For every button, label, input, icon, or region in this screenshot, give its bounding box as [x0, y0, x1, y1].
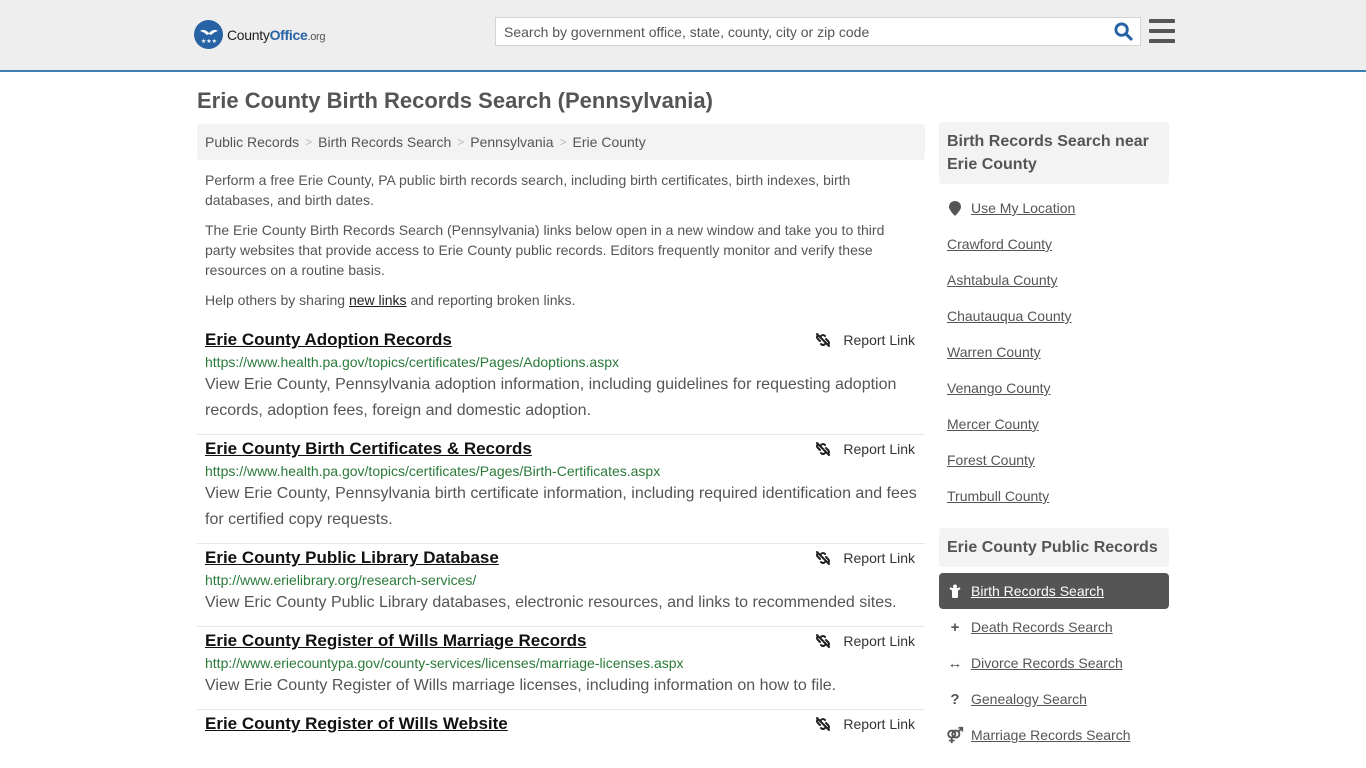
result-item: Erie County Adoption Records Report Link… — [197, 326, 925, 435]
result-title-link[interactable]: Erie County Public Library Database — [205, 548, 499, 568]
genealogy-link[interactable]: Genealogy Search — [971, 691, 1087, 707]
nearby-county-link[interactable]: Crawford County — [947, 236, 1052, 252]
search-icon — [1113, 22, 1133, 41]
broken-link-icon — [816, 634, 831, 648]
page-title: Erie County Birth Records Search (Pennsy… — [197, 88, 713, 113]
sidebar: Birth Records Search near Erie County Us… — [939, 122, 1169, 753]
menu-bar — [1149, 29, 1175, 33]
site-header: ★★★ CountyOffice.org — [0, 0, 1366, 72]
nearby-heading: Birth Records Search near Erie County — [939, 122, 1169, 184]
report-link-button[interactable]: Report Link — [815, 441, 915, 457]
result-url: https://www.health.pa.gov/topics/certifi… — [205, 463, 661, 479]
report-link-button[interactable]: Report Link — [815, 550, 915, 566]
search-input[interactable] — [496, 18, 1106, 45]
broken-link-icon — [816, 442, 831, 456]
report-link-button[interactable]: Report Link — [815, 332, 915, 348]
report-link-button[interactable]: Report Link — [815, 633, 915, 649]
result-description: View Erie County, Pennsylvania adoption … — [205, 376, 897, 419]
nearby-county-link[interactable]: Ashtabula County — [947, 272, 1058, 288]
broken-link-icon — [816, 333, 831, 347]
search-button[interactable] — [1106, 18, 1140, 45]
eagle-icon: ★★★ — [194, 20, 223, 49]
new-links-link[interactable]: new links — [349, 292, 407, 308]
result-title-link[interactable]: Erie County Register of Wills Website — [205, 714, 508, 734]
result-url: http://www.erielibrary.org/research-serv… — [205, 572, 477, 588]
nearby-county-link[interactable]: Mercer County — [947, 416, 1039, 432]
nearby-county-item: Venango County — [939, 370, 1169, 406]
breadcrumb-birth-records[interactable]: Birth Records Search — [318, 134, 451, 150]
sidebar-item-death-records[interactable]: + Death Records Search — [939, 609, 1169, 645]
result-url: https://www.health.pa.gov/topics/certifi… — [205, 354, 620, 370]
result-title-link[interactable]: Erie County Register of Wills Marriage R… — [205, 631, 587, 651]
sidebar-item-genealogy[interactable]: ? Genealogy Search — [939, 681, 1169, 717]
sidebar-item-marriage-records[interactable]: ⚤ Marriage Records Search — [939, 717, 1169, 753]
search-bar — [495, 17, 1141, 46]
use-my-location-link[interactable]: Use My Location — [971, 200, 1075, 216]
logo-text: CountyOffice.org — [227, 26, 326, 43]
death-records-link[interactable]: Death Records Search — [971, 619, 1113, 635]
nearby-county-item: Ashtabula County — [939, 262, 1169, 298]
intro-paragraph: Perform a free Erie County, PA public bi… — [205, 172, 851, 208]
cross-icon: + — [950, 618, 960, 636]
use-location-item: Use My Location — [939, 190, 1169, 226]
sidebar-item-birth-records[interactable]: Birth Records Search — [939, 573, 1169, 609]
nearby-county-item: Trumbull County — [939, 478, 1169, 514]
result-title-link[interactable]: Erie County Birth Certificates & Records — [205, 439, 532, 459]
results-list: Erie County Adoption Records Report Link… — [197, 326, 925, 744]
question-icon: ? — [950, 690, 960, 708]
result-url: http://www.eriecountypa.gov/county-servi… — [205, 655, 684, 671]
divorce-records-link[interactable]: Divorce Records Search — [971, 655, 1123, 671]
menu-bar — [1149, 39, 1175, 43]
site-logo[interactable]: ★★★ CountyOffice.org — [194, 20, 326, 49]
nearby-county-item: Forest County — [939, 442, 1169, 478]
intro-paragraph: The Erie County Birth Records Search (Pe… — [205, 222, 885, 278]
public-records-heading: Erie County Public Records — [939, 528, 1169, 567]
result-item: Erie County Register of Wills Marriage R… — [197, 627, 925, 710]
nearby-county-link[interactable]: Forest County — [947, 452, 1035, 468]
result-description: View Erie County Register of Wills marri… — [205, 677, 837, 694]
broken-link-icon — [816, 551, 831, 565]
breadcrumb: Public Records > Birth Records Search > … — [197, 124, 925, 160]
breadcrumb-pennsylvania[interactable]: Pennsylvania — [470, 134, 553, 150]
map-pin-icon — [947, 200, 963, 216]
breadcrumb-public-records[interactable]: Public Records — [205, 134, 299, 150]
nearby-county-link[interactable]: Warren County — [947, 344, 1041, 360]
broken-link-icon — [816, 717, 831, 731]
breadcrumb-erie-county[interactable]: Erie County — [573, 134, 646, 150]
hamburger-menu-button[interactable] — [1149, 19, 1175, 43]
report-link-button[interactable]: Report Link — [815, 716, 915, 732]
menu-bar — [1149, 19, 1175, 23]
child-icon — [947, 584, 963, 598]
nearby-county-link[interactable]: Venango County — [947, 380, 1051, 396]
result-description: View Eric County Public Library database… — [205, 594, 897, 611]
sidebar-item-divorce-records[interactable]: ↔ Divorce Records Search — [939, 645, 1169, 681]
result-description: View Erie County, Pennsylvania birth cer… — [205, 485, 917, 528]
nearby-county-link[interactable]: Chautauqua County — [947, 308, 1072, 324]
breadcrumb-separator: > — [305, 135, 313, 149]
venus-mars-icon: ⚤ — [946, 727, 964, 744]
result-item: Erie County Birth Certificates & Records… — [197, 435, 925, 544]
nearby-county-item: Crawford County — [939, 226, 1169, 262]
nearby-county-link[interactable]: Trumbull County — [947, 488, 1049, 504]
result-item: Erie County Public Library Database Repo… — [197, 544, 925, 627]
public-records-list: Birth Records Search + Death Records Sea… — [939, 567, 1169, 753]
marriage-records-link[interactable]: Marriage Records Search — [971, 727, 1131, 743]
nearby-county-item: Warren County — [939, 334, 1169, 370]
nearby-list: Use My Location Crawford County Ashtabul… — [939, 184, 1169, 514]
breadcrumb-separator: > — [559, 135, 567, 149]
breadcrumb-separator: > — [457, 135, 465, 149]
result-item: Erie County Register of Wills Website Re… — [197, 710, 925, 744]
birth-records-link[interactable]: Birth Records Search — [971, 583, 1104, 599]
nearby-county-item: Chautauqua County — [939, 298, 1169, 334]
share-paragraph: Help others by sharing new links and rep… — [205, 292, 576, 308]
result-title-link[interactable]: Erie County Adoption Records — [205, 330, 452, 350]
intro-text: Perform a free Erie County, PA public bi… — [205, 170, 917, 320]
svg-text:★★★: ★★★ — [200, 38, 216, 45]
arrows-horizontal-icon: ↔ — [947, 654, 963, 672]
nearby-county-item: Mercer County — [939, 406, 1169, 442]
